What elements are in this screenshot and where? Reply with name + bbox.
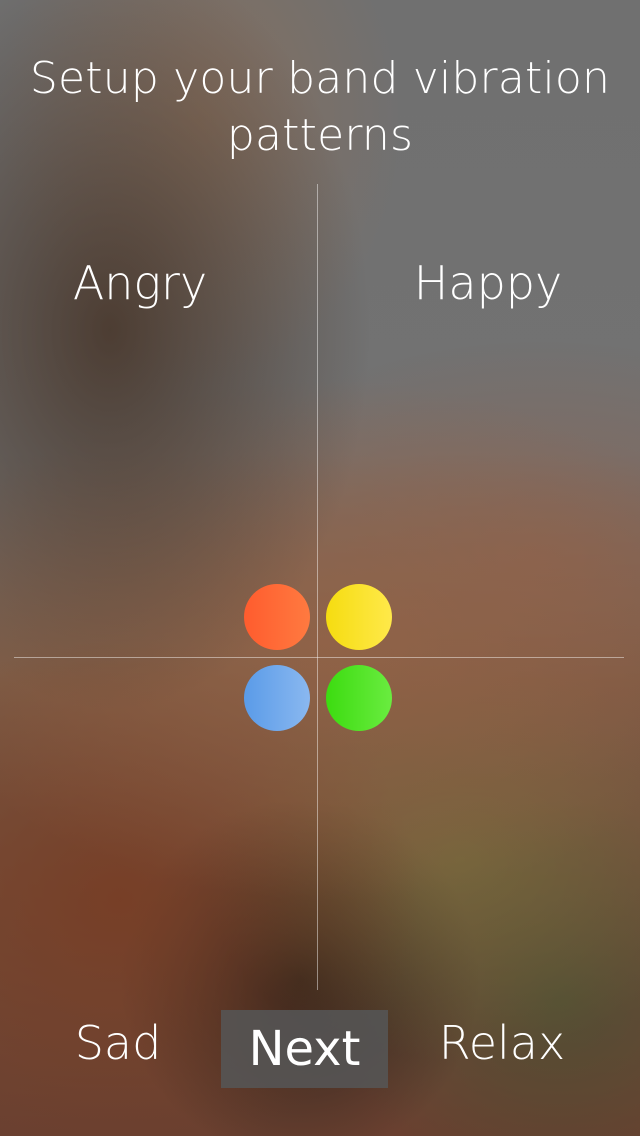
mood-label-relax: Relax	[438, 1016, 566, 1070]
mood-label-angry: Angry	[72, 256, 208, 310]
angry-dot[interactable]	[244, 584, 310, 650]
vertical-axis-line	[317, 184, 318, 990]
horizontal-axis-line	[14, 657, 624, 658]
blurred-background-photo	[0, 0, 640, 1136]
relax-dot[interactable]	[326, 665, 392, 731]
next-button[interactable]: Next	[221, 1010, 388, 1088]
happy-dot[interactable]	[326, 584, 392, 650]
mood-label-happy: Happy	[413, 256, 563, 310]
page-title: Setup your band vibration patterns	[29, 53, 611, 161]
sad-dot[interactable]	[244, 665, 310, 731]
mood-label-sad: Sad	[74, 1016, 162, 1070]
